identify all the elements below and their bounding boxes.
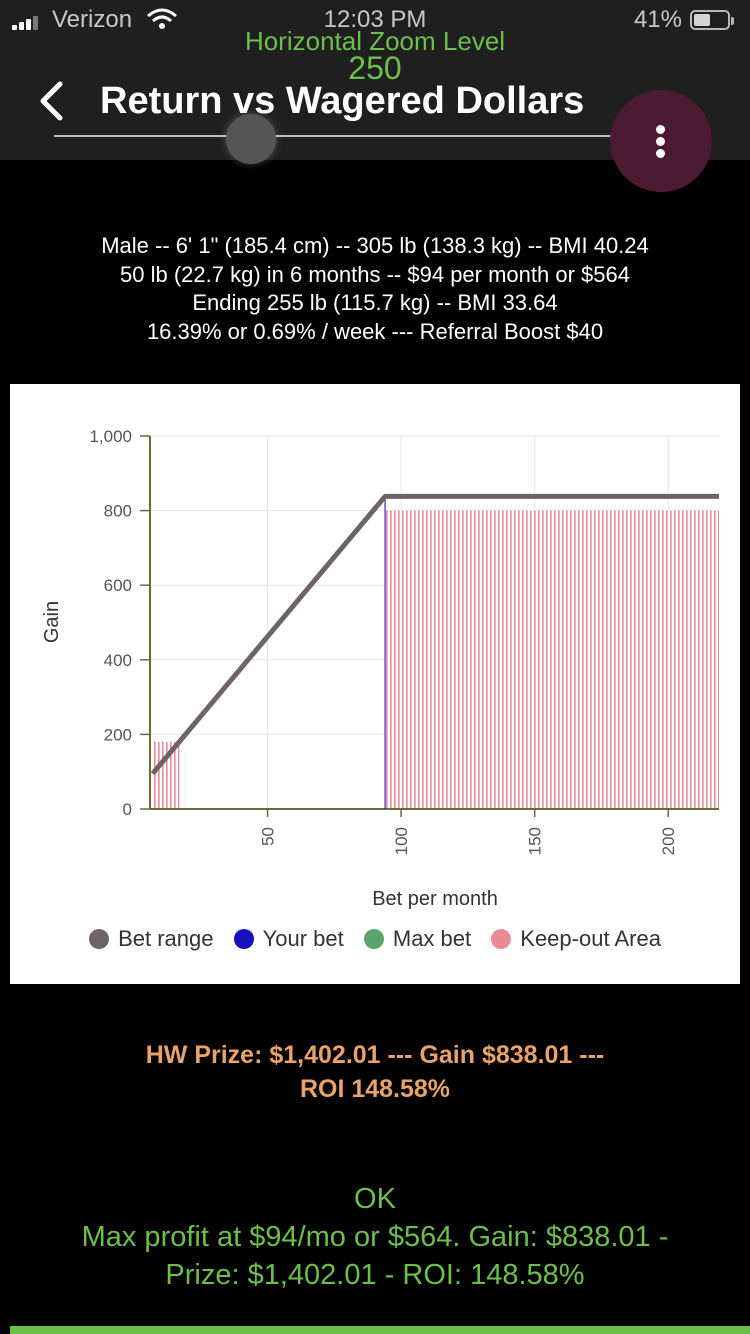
x-tick-label: 150 [526,827,545,855]
chart-legend: Bet range Your bet Max bet Keep-out Area [10,926,740,955]
info-line: Male -- 6' 1" (185.4 cm) -- 305 lb (138.… [101,233,649,258]
ok-detail-line: Max profit at $94/mo or $564. Gain: $838… [81,1221,669,1253]
bottom-action-bar[interactable] [10,1326,750,1334]
info-line: Ending 255 lb (115.7 kg) -- BMI 33.64 [192,290,558,315]
y-tick-label: 200 [104,725,132,744]
y-tick-label: 800 [104,502,132,521]
legend-item-bet-range[interactable]: Bet range [89,926,213,952]
profile-summary: Male -- 6' 1" (185.4 cm) -- 305 lb (138.… [0,232,750,346]
legend-swatch [491,929,512,949]
zoom-slider[interactable] [54,110,694,164]
y-tick-label: 0 [123,800,132,819]
y-tick-label: 400 [104,651,132,670]
app-header: Verizon 12:03 PM 41% Horizontal Zoom Lev… [0,0,750,192]
result-line: ROI 148.58% [299,1075,451,1103]
x-tick-label: 100 [392,827,411,855]
result-line: HW Prize: $1,402.01 --- Gain $838.01 --- [145,1041,605,1069]
chart-card: 0 200 400 600 800 1,000 50 100 150 200 Bet per mo… [10,384,740,984]
info-line: 16.39% or 0.69% / week --- Referral Boos… [146,318,604,344]
keep-out-area [152,741,180,809]
legend-item-your-bet[interactable]: Your bet [233,926,344,952]
legend-item-max-bet[interactable]: Max bet [363,926,472,952]
legend-swatch [233,929,254,949]
y-tick-label: 600 [104,576,132,595]
ok-label: OK [354,1183,396,1215]
legend-label: Keep-out Area [520,926,661,951]
legend-label: Your bet [262,926,344,951]
legend-swatch [89,929,110,949]
zoom-slider-track [54,135,694,137]
legend-swatch [363,929,384,949]
keep-out-area [385,510,719,809]
y-tick-label: 1,000 [89,427,132,446]
x-tick-label: 200 [659,827,678,855]
more-menu-button[interactable] [610,90,712,192]
x-tick-label: 50 [259,827,278,846]
zoom-slider-thumb[interactable] [226,114,276,164]
y-axis-title: Gain [41,601,63,643]
prize-summary: HW Prize: $1,402.01 --- Gain $838.01 ---… [0,1038,750,1106]
ok-message[interactable]: OK Max profit at $94/mo or $564. Gain: $… [0,1180,750,1294]
legend-item-keep-out-area[interactable]: Keep-out Area [491,926,661,952]
info-line: 50 lb (22.7 kg) in 6 months -- $94 per m… [120,261,630,287]
legend-label: Bet range [118,926,214,951]
return-chart: 0 200 400 600 800 1,000 50 100 150 200 Bet per mo… [41,427,719,910]
x-axis-title: Bet per month [372,888,498,910]
ok-detail-line: Prize: $1,402.01 - ROI: 148.58% [165,1259,585,1291]
legend-label: Max bet [392,926,472,951]
